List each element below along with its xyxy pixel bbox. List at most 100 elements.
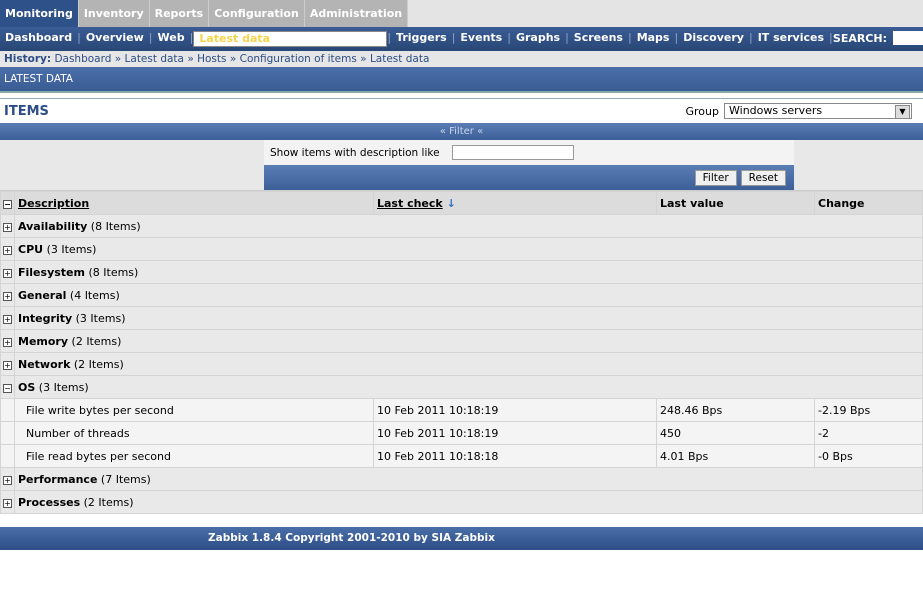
group-count: (2 Items) [73,357,124,371]
group-count: (7 Items) [100,472,151,486]
nav-triggers[interactable]: Triggers [391,31,452,47]
group-row[interactable]: + Memory (2 Items) [0,329,923,353]
group-name: Performance [18,472,98,486]
expand-icon[interactable]: + [3,245,12,255]
item-change: -0 Bps [814,444,923,468]
item-last-value: 450 [656,421,815,445]
nav-dashboard[interactable]: Dashboard [0,31,77,47]
group-count: (3 Items) [75,311,126,325]
expand-icon[interactable]: + [3,337,12,347]
item-change: -2.19 Bps [814,398,923,422]
expand-icon[interactable]: + [3,222,12,232]
expand-icon[interactable]: + [3,475,12,485]
item-change: -2 [814,421,923,445]
nav-web[interactable]: Web [153,31,190,47]
group-count: (2 Items) [71,334,122,348]
filter-panel: Show items with description like Filter R… [0,140,923,191]
group-row[interactable]: + Network (2 Items) [0,352,923,376]
tab-inventory[interactable]: Inventory [78,0,150,27]
item-description: Number of threads [14,421,374,445]
expand-icon[interactable]: + [3,360,12,370]
item-last-check: 10 Feb 2011 10:18:19 [373,421,657,445]
group-row[interactable]: + Performance (7 Items) [0,467,923,491]
group-name: OS [18,380,36,394]
expand-icon[interactable]: + [3,314,12,324]
tab-monitoring[interactable]: Monitoring [0,0,79,27]
collapse-all-icon[interactable]: − [3,199,12,209]
expand-icon[interactable]: + [3,268,12,278]
group-name: Availability [18,219,88,233]
filter-toggle-label: Filter [449,126,474,137]
group-count: (3 Items) [38,380,89,394]
history-link[interactable]: Latest data [370,53,429,65]
page-title: LATEST DATA [0,67,923,93]
main-menu: Monitoring Inventory Reports Configuration A… [0,0,923,27]
nav-it-services[interactable]: IT services [753,31,829,47]
search-input[interactable] [893,31,923,45]
sort-last-check[interactable]: Last check [377,197,443,210]
group-name: Filesystem [18,265,85,279]
group-label: Group [685,104,720,118]
reset-button[interactable]: Reset [740,169,786,186]
col-last-value: Last value [656,191,815,215]
group-count: (8 Items) [90,219,141,233]
expand-icon[interactable]: + [3,498,12,508]
history-link[interactable]: Configuration of items [240,53,357,65]
collapse-icon: « [477,126,484,137]
table-header: − Description Last check ↓ Last value Ch… [0,191,923,215]
group-count: (2 Items) [83,495,134,509]
group-row[interactable]: + Processes (2 Items) [0,490,923,514]
group-select[interactable]: Windows servers ▼ [724,103,912,119]
nav-maps[interactable]: Maps [632,31,675,47]
collapse-icon[interactable]: − [3,383,12,393]
group-name: General [18,288,67,302]
chevron-right-icon: » [187,53,194,65]
history-link[interactable]: Latest data [125,53,184,65]
group-name: Processes [18,495,81,509]
filter-toggle[interactable]: « Filter « [0,123,923,140]
history-link[interactable]: Dashboard [54,53,111,65]
group-name: Network [18,357,71,371]
description-filter-label: Show items with description like [270,146,440,159]
expand-icon[interactable]: + [3,291,12,301]
search: SEARCH: [833,31,923,45]
nav-overview[interactable]: Overview [81,31,149,47]
group-name: Memory [18,334,69,348]
nav-graphs[interactable]: Graphs [511,31,565,47]
tab-administration[interactable]: Administration [304,0,409,27]
tab-configuration[interactable]: Configuration [209,0,305,27]
group-row[interactable]: + Integrity (3 Items) [0,306,923,330]
item-description: File read bytes per second [14,444,374,468]
collapse-icon: « [439,126,446,137]
sort-description[interactable]: Description [18,197,89,210]
group-row[interactable]: + Filesystem (8 Items) [0,260,923,284]
breadcrumb: History: Dashboard » Latest data » Hosts… [0,51,923,67]
chevron-right-icon: » [114,53,122,65]
group-row[interactable]: + Availability (8 Items) [0,214,923,238]
filter-button[interactable]: Filter [694,169,737,186]
nav-screens[interactable]: Screens [569,31,628,47]
group-row[interactable]: + CPU (3 Items) [0,237,923,261]
item-last-value: 248.46 Bps [656,398,815,422]
group-row[interactable]: − OS (3 Items) [0,375,923,399]
group-row[interactable]: + General (4 Items) [0,283,923,307]
description-filter-input[interactable] [451,145,574,160]
items-table: − Description Last check ↓ Last value Ch… [0,191,923,514]
sub-menu: Dashboard | Overview | Web | Latest data | Trigg… [0,27,923,51]
nav-discovery[interactable]: Discovery [678,31,749,47]
chevron-right-icon: » [360,53,367,65]
group-count: (4 Items) [69,288,120,302]
search-label: SEARCH: [832,31,887,45]
history-link[interactable]: Hosts [197,53,226,65]
nav-latest-data[interactable]: Latest data [193,31,388,47]
col-change: Change [814,191,923,215]
item-last-check: 10 Feb 2011 10:18:18 [373,444,657,468]
group-select-value: Windows servers [729,104,823,117]
footer: Zabbix 1.8.4 Copyright 2001-2010 by SIA … [0,527,923,550]
nav-events[interactable]: Events [455,31,507,47]
item-last-value: 4.01 Bps [656,444,815,468]
chevron-down-icon: ▼ [895,105,910,119]
tab-reports[interactable]: Reports [149,0,210,27]
group-count: (3 Items) [46,242,97,256]
chevron-right-icon: » [229,53,237,65]
